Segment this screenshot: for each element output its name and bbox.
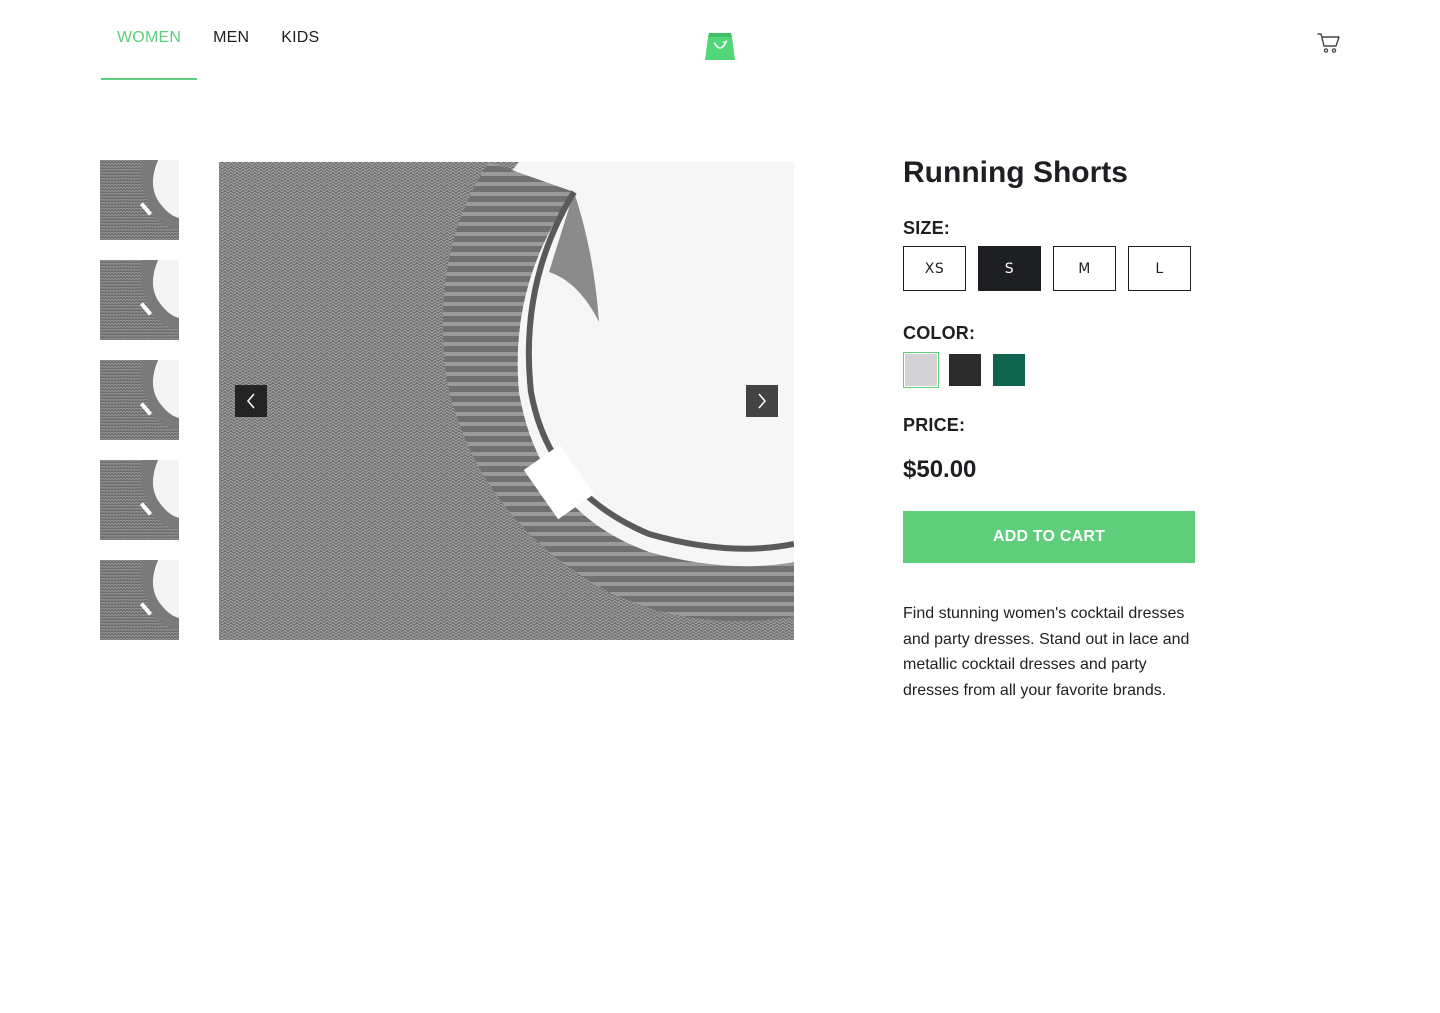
thumbnail[interactable] [100,560,179,640]
color-label: COLOR: [903,323,976,343]
thumbnail[interactable] [100,260,179,340]
chevron-right-icon [758,393,766,409]
size-option-m[interactable]: M [1053,246,1116,291]
swatch-fill [949,354,981,386]
nav-item-kids[interactable]: KIDS [265,0,335,80]
main-product-image [219,162,794,640]
sweater-photo [219,162,794,640]
thumbnail[interactable] [100,360,179,440]
size-option-l[interactable]: L [1128,246,1191,291]
thumbnail-list [100,160,179,660]
nav-item-men[interactable]: MEN [197,0,265,80]
prev-image-button[interactable] [235,385,267,417]
category-nav: WOMEN MEN KIDS [101,0,335,80]
product-description: Find stunning women's cocktail dresses a… [903,605,1190,699]
thumbnail[interactable] [100,160,179,240]
color-swatch-black[interactable] [947,352,983,388]
product-details: Running Shorts SIZE: XS S M L COLOR: PRI… [903,155,1195,703]
color-swatch-green[interactable] [991,352,1027,388]
color-swatch-light-grey[interactable] [903,352,939,388]
next-image-button[interactable] [746,385,778,417]
swatch-fill [905,354,937,386]
thumbnail[interactable] [100,460,179,540]
swatch-fill [993,354,1025,386]
price-value: $50.00 [903,456,977,483]
add-to-cart-button[interactable]: ADD TO CART [903,511,1195,563]
color-options [903,352,1195,388]
cart-icon[interactable] [1317,32,1341,54]
size-options: XS S M L [903,246,1195,291]
size-option-s[interactable]: S [978,246,1041,291]
shopping-bag-icon[interactable] [703,28,737,62]
product-title: Running Shorts [903,156,1128,189]
size-option-xs[interactable]: XS [903,246,966,291]
size-label: SIZE: [903,218,951,238]
nav-item-women[interactable]: WOMEN [101,0,198,80]
product-page: WOMEN MEN KIDS Running Shorts SIZE: XS S… [0,0,1440,1013]
chevron-left-icon [247,393,255,409]
price-label: PRICE: [903,415,966,435]
